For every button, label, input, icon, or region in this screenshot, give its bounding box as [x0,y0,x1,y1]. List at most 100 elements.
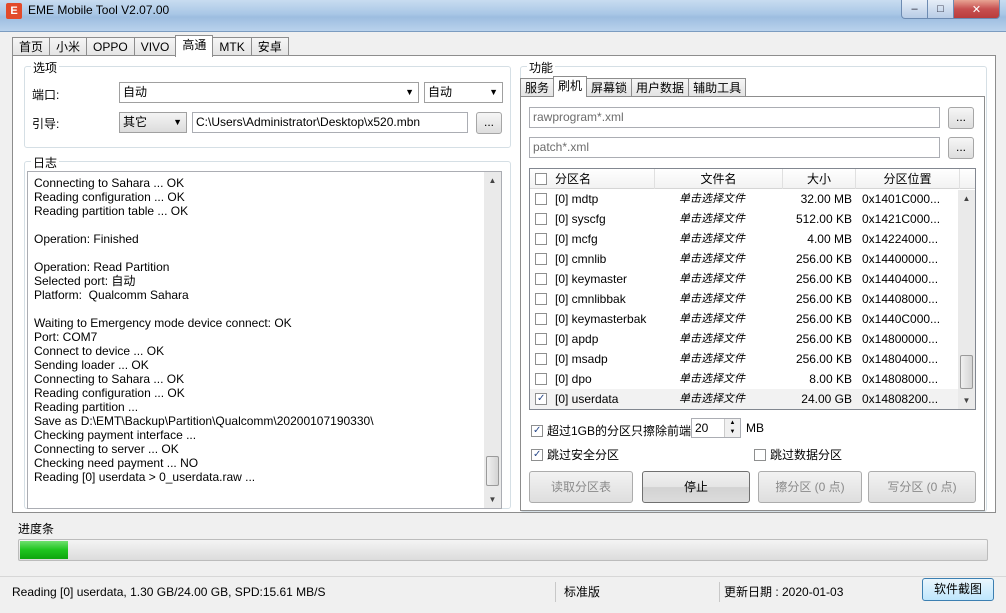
erase-unit: MB [746,421,764,435]
partition-checkbox[interactable] [535,393,547,405]
erase-option-checkbox[interactable] [531,424,543,437]
tab-flash[interactable]: 刷机 [553,76,588,97]
partition-size: 256.00 KB [795,252,852,266]
partition-checkbox[interactable] [535,273,547,285]
tab-xiaomi[interactable]: 小米 [49,37,88,57]
table-row[interactable]: [0] keymasterbak 单击选择文件 256.00 KB 0x1440C00… [530,309,975,329]
table-row[interactable]: [0] userdata 单击选择文件 24.00 GB 0x14808200... [530,389,975,409]
table-row[interactable]: [0] msadp 单击选择文件 256.00 KB 0x14804000... [530,349,975,369]
partition-location: 0x14224000... [862,232,939,246]
tab-screen-lock[interactable]: 屏幕锁 [586,78,633,97]
tab-mtk[interactable]: MTK [212,37,252,57]
table-row[interactable]: [0] dpo 单击选择文件 8.00 KB 0x14808000... [530,369,975,389]
boot-path-field[interactable]: C:\Users\Administrator\Desktop\x520.mbn [192,112,468,133]
scroll-up-icon[interactable]: ▲ [484,172,501,189]
partition-file[interactable]: 单击选择文件 [655,349,783,369]
scroll-down-icon[interactable]: ▼ [484,491,501,508]
stepper-down-icon[interactable]: ▼ [724,428,740,437]
partition-checkbox[interactable] [535,213,547,225]
partition-location: 0x1421C000... [862,212,941,226]
partition-size: 512.00 KB [795,212,852,226]
skip-secure-option[interactable]: 跳过安全分区 [531,446,619,463]
port-mode-select[interactable]: 自动 ▼ [424,82,503,103]
select-all-checkbox[interactable] [535,173,547,185]
rawprogram-browse-button[interactable]: ... [948,107,974,129]
partition-name: [0] msadp [555,352,608,366]
maximize-button[interactable]: □ [928,0,954,19]
partition-file[interactable]: 单击选择文件 [655,249,783,269]
partition-checkbox[interactable] [535,253,547,265]
tab-home[interactable]: 首页 [12,37,51,57]
erase-size-stepper[interactable]: 20 ▲ ▼ [691,418,741,438]
patch-field[interactable]: patch*.xml [529,137,940,158]
partition-file[interactable]: 单击选择文件 [655,269,783,289]
partition-checkbox[interactable] [535,293,547,305]
log-line: Reading partition ... [34,400,139,414]
chevron-down-icon: ▼ [405,87,414,97]
write-button[interactable]: 写分区 (0 点) [868,471,976,503]
minimize-button[interactable]: – [901,0,928,19]
partition-checkbox[interactable] [535,353,547,365]
table-row[interactable]: [0] keymaster 单击选择文件 256.00 KB 0x14404000..… [530,269,975,289]
tab-vivo[interactable]: VIVO [133,37,177,57]
window-title: EME Mobile Tool V2.07.00 [28,3,170,17]
partition-file[interactable]: 单击选择文件 [655,189,783,209]
partition-location: 0x14408000... [862,292,939,306]
erase-option[interactable]: 超过1GB的分区只擦除前端 [531,422,691,439]
table-row[interactable]: [0] apdp 单击选择文件 256.00 KB 0x14800000... [530,329,975,349]
port-select-value: 自动 [123,85,148,99]
partition-file[interactable]: 单击选择文件 [655,369,783,389]
rawprogram-field[interactable]: rawprogram*.xml [529,107,940,128]
boot-select[interactable]: 其它 ▼ [119,112,187,133]
partition-name-cell: [0] mdtp [530,189,655,209]
skip-secure-label: 跳过安全分区 [547,448,620,462]
erase-button[interactable]: 擦分区 (0 点) [758,471,862,503]
table-row[interactable]: [0] mdtp 单击选择文件 32.00 MB 0x1401C000... [530,189,975,209]
tab-qualcomm[interactable]: 高通 [175,35,214,57]
scroll-up-icon[interactable]: ▲ [958,190,975,207]
partition-size: 256.00 KB [795,332,852,346]
scroll-down-icon[interactable]: ▼ [958,392,975,409]
partition-file[interactable]: 单击选择文件 [655,309,783,329]
partition-checkbox[interactable] [535,313,547,325]
partition-file[interactable]: 单击选择文件 [655,329,783,349]
port-select[interactable]: 自动 ▼ [119,82,419,103]
partition-checkbox[interactable] [535,373,547,385]
partition-checkbox[interactable] [535,333,547,345]
close-button[interactable]: ✕ [954,0,1000,19]
tab-tools[interactable]: 辅助工具 [688,78,747,97]
tab-android[interactable]: 安卓 [250,37,289,57]
table-scrollbar[interactable]: ▲ ▼ [958,190,975,409]
table-row[interactable]: [0] cmnlibbak 单击选择文件 256.00 KB 0x14408000..… [530,289,975,309]
boot-browse-button[interactable]: ... [476,112,502,134]
stepper-up-icon[interactable]: ▲ [724,419,740,428]
partition-file[interactable]: 单击选择文件 [655,229,783,249]
read-table-button[interactable]: 读取分区表 [529,471,633,503]
partition-file[interactable]: 单击选择文件 [655,289,783,309]
table-row[interactable]: [0] cmnlib 单击选择文件 256.00 KB 0x14400000... [530,249,975,269]
scroll-thumb[interactable] [486,456,499,486]
log-line: Operation: Read Partition [34,260,170,274]
partition-checkbox[interactable] [535,193,547,205]
progress-bar [18,539,988,561]
function-title: 功能 [527,59,556,76]
tab-oppo[interactable]: OPPO [86,37,135,57]
screenshot-button[interactable]: 软件截图 [922,578,994,601]
log-textarea[interactable]: Connecting to Sahara ... OK Reading confi… [27,171,502,509]
patch-browse-button[interactable]: ... [948,137,974,159]
log-scrollbar[interactable]: ▲ ▼ [484,172,501,508]
skip-data-option[interactable]: 跳过数据分区 [754,446,842,463]
stepper-buttons: ▲ ▼ [724,419,740,437]
tab-user-data[interactable]: 用户数据 [631,78,690,97]
skip-secure-checkbox[interactable] [531,448,543,461]
scroll-thumb[interactable] [960,355,973,389]
table-row[interactable]: [0] mcfg 单击选择文件 4.00 MB 0x14224000... [530,229,975,249]
partition-file[interactable]: 单击选择文件 [655,389,783,409]
stop-button[interactable]: 停止 [642,471,750,503]
partition-file[interactable]: 单击选择文件 [655,209,783,229]
table-row[interactable]: [0] syscfg 单击选择文件 512.00 KB 0x1421C000... [530,209,975,229]
partition-checkbox[interactable] [535,233,547,245]
skip-data-checkbox[interactable] [754,448,766,461]
tab-service[interactable]: 服务 [520,78,555,97]
partition-table: 分区名 文件名 大小 分区位置 [0] mdtp 单击选择文件 32.00 MB 0x… [529,168,976,410]
